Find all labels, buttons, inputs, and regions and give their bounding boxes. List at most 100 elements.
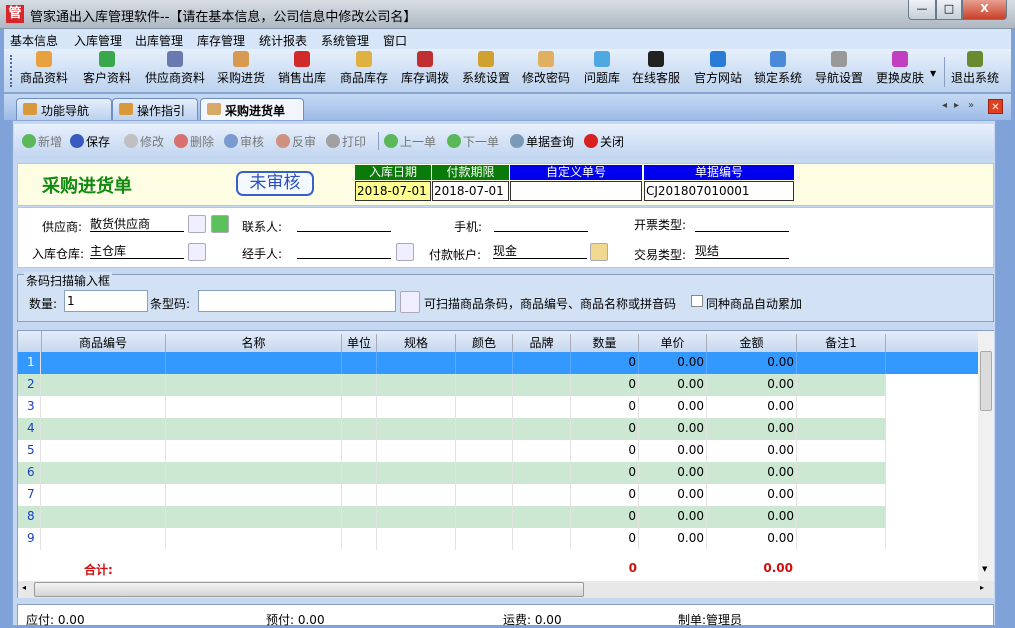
cell-col2[interactable] xyxy=(166,506,342,528)
column-header-4[interactable]: 规格 xyxy=(377,334,456,352)
cell-amount[interactable]: 0.00 xyxy=(707,528,797,550)
cell-col2[interactable] xyxy=(166,418,342,440)
action-3[interactable]: 修改 xyxy=(124,133,164,150)
action-9[interactable]: 下一单 xyxy=(447,133,499,150)
cell-col5[interactable] xyxy=(456,484,513,506)
select-supplier-icon[interactable] xyxy=(188,215,206,233)
toolbar-button-14[interactable]: 导航设置 xyxy=(815,51,863,86)
cell-col2[interactable] xyxy=(166,484,342,506)
cell-col10[interactable] xyxy=(797,528,886,550)
vertical-scrollbar[interactable]: ▼ xyxy=(978,331,994,581)
action-1[interactable]: 新增 xyxy=(22,133,62,150)
column-header-10[interactable]: 备注1 xyxy=(797,334,886,352)
action-10[interactable]: 单据查询 xyxy=(510,133,574,150)
scroll-right-icon[interactable]: ▸ xyxy=(980,583,984,592)
tab-2[interactable]: 操作指引 xyxy=(112,98,198,120)
cell-col6[interactable] xyxy=(513,528,571,550)
field-value-4[interactable]: CJ201807010001 xyxy=(644,181,794,201)
column-header-9[interactable]: 金额 xyxy=(707,334,797,352)
toolbar-button-16[interactable]: 退出系统 xyxy=(951,51,999,86)
cell-col3[interactable] xyxy=(342,374,377,396)
toolbar-button-2[interactable]: 客户资料 xyxy=(83,51,131,86)
cell-col10[interactable] xyxy=(797,396,886,418)
vertical-scroll-thumb[interactable] xyxy=(980,351,992,411)
field-value-1[interactable]: 2018-07-01 xyxy=(355,181,431,201)
select-warehouse-icon[interactable] xyxy=(188,243,206,261)
horizontal-scroll-thumb[interactable] xyxy=(34,582,584,597)
cell-col4[interactable] xyxy=(377,418,456,440)
cell-col5[interactable] xyxy=(456,528,513,550)
cell-qty[interactable]: 0 xyxy=(571,440,639,462)
toolbar-button-7[interactable]: 库存调拨 xyxy=(401,51,449,86)
cell-col4[interactable] xyxy=(377,484,456,506)
cell-col1[interactable] xyxy=(41,462,166,484)
cell-col5[interactable] xyxy=(456,396,513,418)
column-header-1[interactable]: 商品编号 xyxy=(41,334,166,352)
action-7[interactable]: 打印 xyxy=(326,133,366,150)
cell-col2[interactable] xyxy=(166,462,342,484)
cell-amount[interactable]: 0.00 xyxy=(707,484,797,506)
action-6[interactable]: 反审 xyxy=(276,133,316,150)
toolbar-button-1[interactable]: 商品资料 xyxy=(20,51,68,86)
table-row[interactable]: 900.000.00 xyxy=(18,528,886,550)
cell-col1[interactable] xyxy=(41,506,166,528)
cell-col1[interactable] xyxy=(41,528,166,550)
contact-field[interactable] xyxy=(297,215,391,232)
menu-3[interactable]: 出库管理 xyxy=(135,32,183,49)
tab-3[interactable]: 采购进货单 xyxy=(200,98,304,121)
table-row[interactable]: 600.000.00 xyxy=(18,462,886,484)
cell-col1[interactable] xyxy=(41,396,166,418)
tab-scroll-left-icon[interactable]: ◂ xyxy=(942,100,947,111)
cell-col4[interactable] xyxy=(377,462,456,484)
table-row[interactable]: 400.000.00 xyxy=(18,418,886,440)
action-2[interactable]: 保存 xyxy=(70,133,110,150)
table-row[interactable]: 300.000.00 xyxy=(18,396,886,418)
cell-col5[interactable] xyxy=(456,418,513,440)
cell-price[interactable]: 0.00 xyxy=(639,352,707,374)
cell-col1[interactable] xyxy=(41,440,166,462)
toolbar-grip[interactable] xyxy=(10,55,12,87)
toolbar-button-3[interactable]: 供应商资料 xyxy=(145,51,205,86)
cell-col5[interactable] xyxy=(456,462,513,484)
action-8[interactable]: 上一单 xyxy=(384,133,436,150)
handler-field[interactable] xyxy=(297,242,391,259)
cell-col3[interactable] xyxy=(342,440,377,462)
action-4[interactable]: 删除 xyxy=(174,133,214,150)
cell-col2[interactable] xyxy=(166,440,342,462)
cell-col10[interactable] xyxy=(797,462,886,484)
toolbar-button-12[interactable]: 官方网站 xyxy=(694,51,742,86)
column-header-8[interactable]: 单价 xyxy=(639,334,707,352)
cell-qty[interactable]: 0 xyxy=(571,396,639,418)
select-handler-icon[interactable] xyxy=(396,243,414,261)
cell-col10[interactable] xyxy=(797,506,886,528)
cell-qty[interactable]: 0 xyxy=(571,462,639,484)
menu-2[interactable]: 入库管理 xyxy=(74,32,122,49)
cell-price[interactable]: 0.00 xyxy=(639,374,707,396)
cell-col3[interactable] xyxy=(342,352,377,374)
cell-col10[interactable] xyxy=(797,440,886,462)
cell-price[interactable]: 0.00 xyxy=(639,484,707,506)
cell-price[interactable]: 0.00 xyxy=(639,418,707,440)
cell-price[interactable]: 0.00 xyxy=(639,396,707,418)
payment-account-field[interactable]: 现金 xyxy=(493,242,587,259)
search-icon[interactable] xyxy=(400,291,420,313)
scroll-down-icon[interactable]: ▼ xyxy=(982,565,987,573)
scroll-left-icon[interactable]: ◂ xyxy=(22,583,26,592)
toolbar-button-13[interactable]: 锁定系统 xyxy=(754,51,802,86)
cell-qty[interactable]: 0 xyxy=(571,352,639,374)
select-account-icon[interactable] xyxy=(590,243,608,261)
tab-scroll-right-icon[interactable]: ▸ xyxy=(954,100,959,111)
cell-col6[interactable] xyxy=(513,484,571,506)
cell-col2[interactable] xyxy=(166,528,342,550)
cell-amount[interactable]: 0.00 xyxy=(707,352,797,374)
tab-1[interactable]: 功能导航 xyxy=(16,98,112,120)
cell-qty[interactable]: 0 xyxy=(571,484,639,506)
cell-col6[interactable] xyxy=(513,418,571,440)
cell-col5[interactable] xyxy=(456,440,513,462)
toolbar-button-10[interactable]: 问题库 xyxy=(584,51,620,86)
cell-col3[interactable] xyxy=(342,484,377,506)
column-header-7[interactable]: 数量 xyxy=(571,334,639,352)
toolbar-button-5[interactable]: 销售出库 xyxy=(278,51,326,86)
cell-col3[interactable] xyxy=(342,528,377,550)
cell-qty[interactable]: 0 xyxy=(571,506,639,528)
